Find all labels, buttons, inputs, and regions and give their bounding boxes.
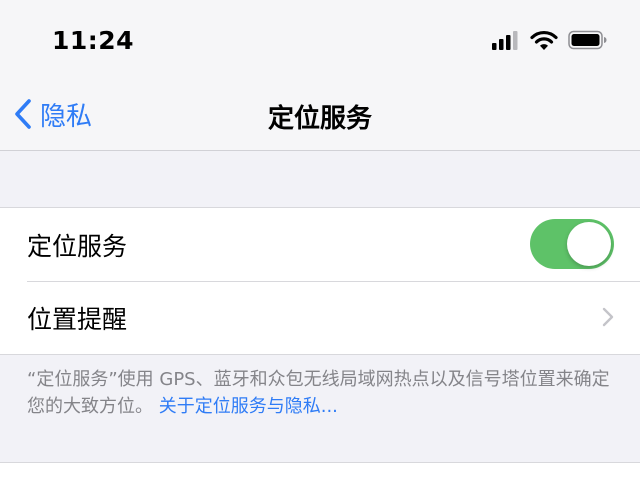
navigation-bar: 隐私 定位服务	[0, 80, 640, 151]
location-services-row: 定位服务	[0, 208, 640, 281]
location-alerts-label: 位置提醒	[27, 304, 128, 334]
cellular-signal-icon	[492, 31, 518, 50]
settings-group: 定位服务 位置提醒	[0, 207, 640, 355]
chevron-right-icon	[602, 307, 614, 327]
wifi-icon	[530, 30, 558, 50]
status-time: 11:24	[52, 26, 135, 55]
page-title: 定位服务	[267, 104, 372, 134]
location-services-label: 定位服务	[27, 231, 128, 261]
battery-icon	[568, 30, 607, 50]
toggle-knob	[567, 222, 611, 266]
location-services-footnote: “定位服务”使用 GPS、蓝牙和众包无线局域网热点以及信号塔位置来确定您的大致方…	[27, 366, 617, 420]
next-settings-group	[0, 462, 640, 481]
privacy-info-link[interactable]: 关于定位服务与隐私...	[159, 396, 338, 417]
location-services-toggle[interactable]	[530, 219, 614, 269]
status-icons	[492, 28, 608, 52]
location-alerts-row[interactable]: 位置提醒	[0, 281, 640, 354]
status-bar: 11:24	[0, 0, 640, 80]
